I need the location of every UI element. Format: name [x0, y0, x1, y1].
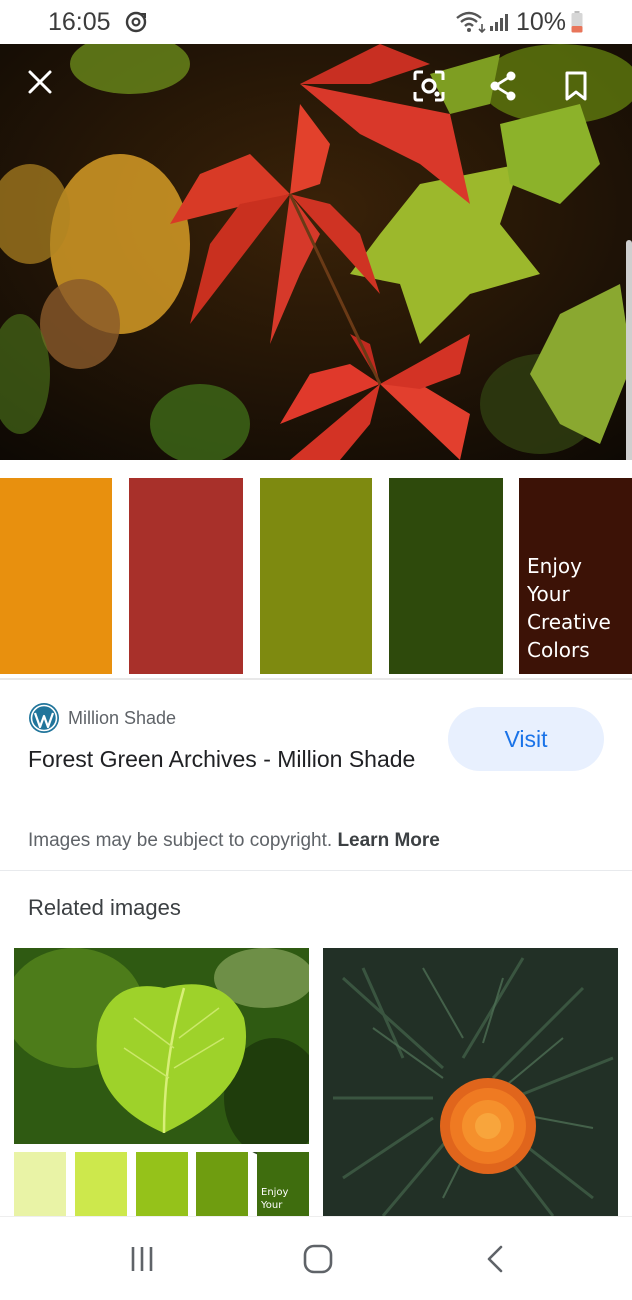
image-divider [0, 678, 632, 680]
thumb-caption-2: Your [260, 1200, 283, 1211]
back-icon [487, 1245, 503, 1273]
battery-icon [571, 11, 583, 33]
learn-more-link[interactable]: Learn More [337, 830, 439, 851]
wordpress-logo-icon [29, 703, 59, 733]
recent-apps-button[interactable] [122, 1239, 162, 1279]
swatch-brown: Enjoy Your Creative Colors [519, 478, 632, 674]
signal-icon [490, 14, 508, 31]
section-divider [0, 870, 632, 871]
color-palette: Enjoy Your Creative Colors [0, 478, 632, 674]
copyright-text: Images may be subject to copyright. [28, 830, 333, 851]
share-button[interactable] [481, 64, 525, 108]
thumb-swatch-3 [136, 1152, 188, 1216]
related-images-heading: Related images [28, 895, 181, 920]
thumb-caption-1: Enjoy [261, 1187, 289, 1198]
home-button[interactable] [298, 1239, 338, 1279]
swatch-dark-green [389, 478, 503, 674]
autumn-leaves-photo [0, 44, 632, 460]
swatch-caption: Enjoy Your Creative Colors [527, 554, 611, 662]
lens-icon [413, 70, 445, 102]
related-image-2[interactable] [323, 948, 618, 1216]
scrollbar[interactable] [626, 240, 632, 460]
status-bar: 16:05 10% [0, 0, 632, 44]
green-leaf-palette-thumbnail: Enjoy Your [14, 948, 309, 1216]
thumb-swatch-4 [196, 1152, 248, 1216]
close-icon [28, 70, 52, 94]
sync-icon [125, 11, 147, 33]
source-name: Million Shade [68, 707, 177, 728]
marigold-flower-thumbnail [323, 948, 618, 1216]
lens-button[interactable] [407, 64, 451, 108]
wifi-icon [456, 11, 486, 34]
related-image-1[interactable]: Enjoy Your [14, 948, 309, 1216]
thumb-swatch-1 [14, 1152, 66, 1216]
battery-percent: 10% [516, 8, 567, 36]
copyright-notice: Images may be subject to copyright. Lear… [28, 830, 440, 852]
swatch-olive [260, 478, 372, 674]
swatch-red [129, 478, 243, 674]
system-nav-bar [0, 1216, 632, 1300]
back-button[interactable] [475, 1239, 515, 1279]
status-time: 16:05 [48, 8, 111, 36]
share-icon [490, 71, 516, 101]
bookmark-button[interactable] [554, 64, 598, 108]
source-row[interactable]: Million Shade [28, 702, 176, 734]
visit-button[interactable]: Visit [448, 707, 604, 771]
thumb-swatch-2 [75, 1152, 127, 1216]
main-image[interactable] [0, 44, 632, 460]
bookmark-icon [565, 71, 587, 101]
close-button[interactable] [18, 60, 62, 104]
home-icon [303, 1244, 333, 1274]
page-title[interactable]: Forest Green Archives - Million Shade [28, 742, 428, 777]
recent-apps-icon [131, 1247, 153, 1271]
swatch-orange [0, 478, 112, 674]
